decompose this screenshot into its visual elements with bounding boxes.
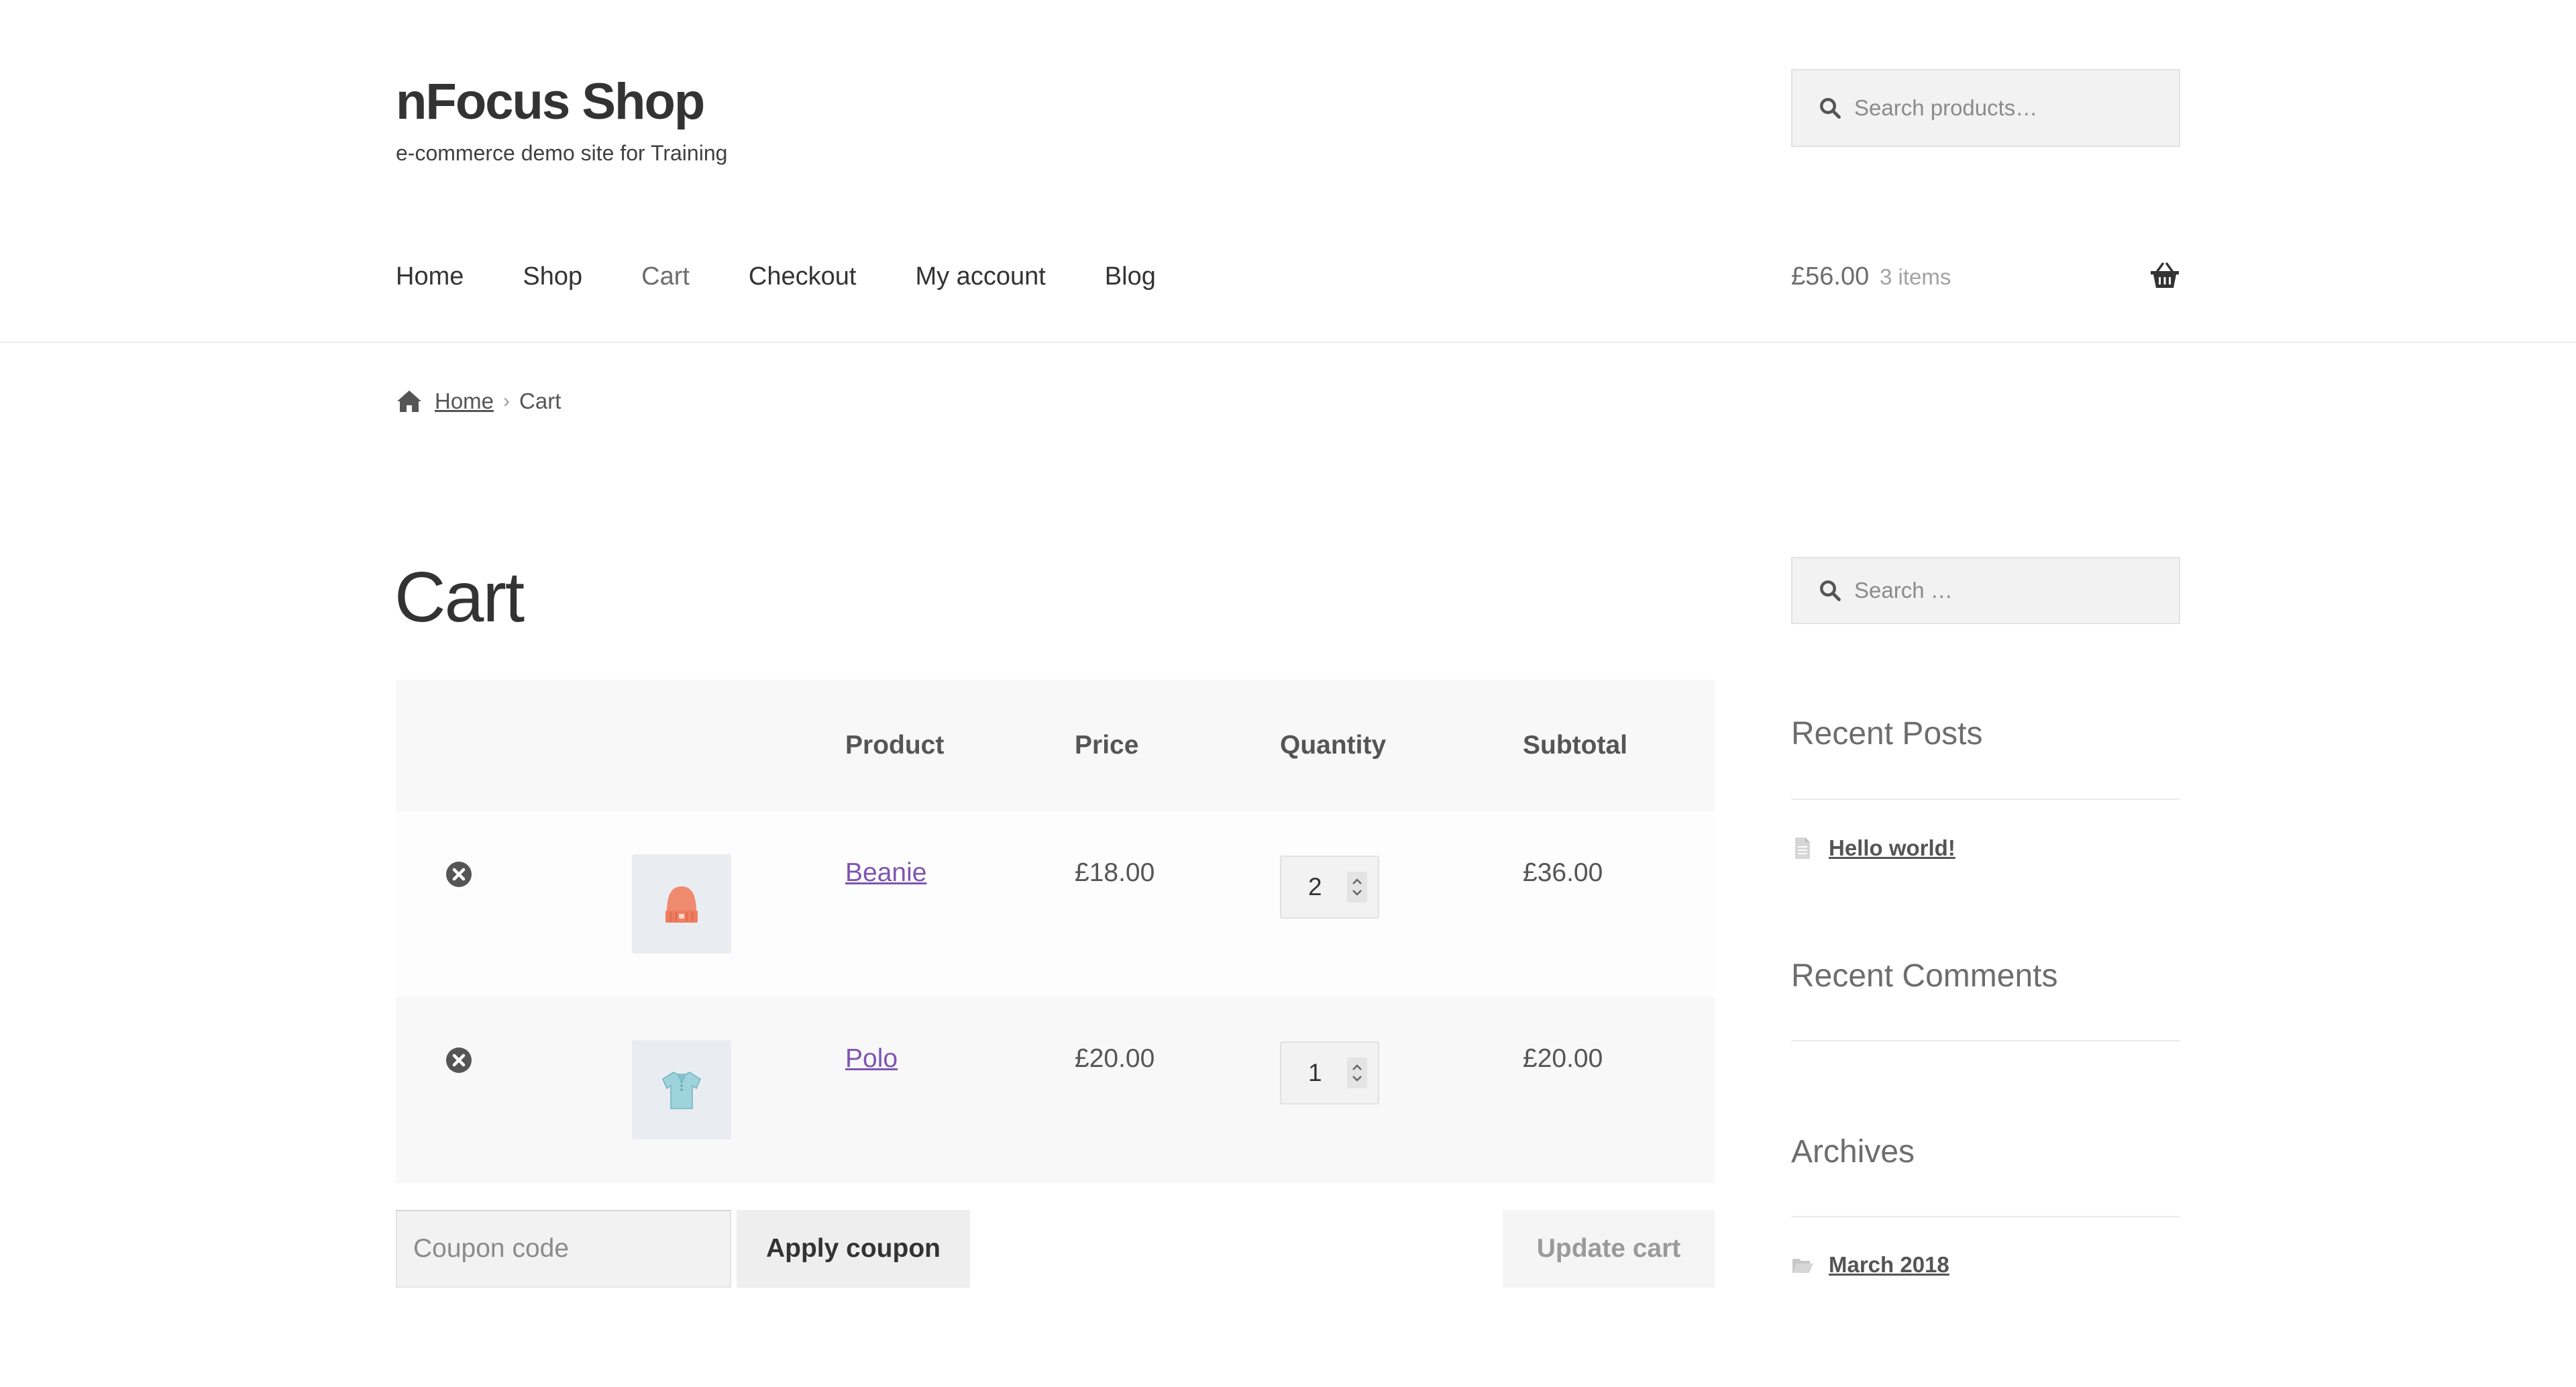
folder-open-icon — [1792, 1259, 1813, 1273]
cart-total-amount: £56.00 — [1791, 262, 1870, 291]
remove-item-icon[interactable] — [445, 1047, 472, 1074]
breadcrumb-separator: › — [503, 390, 511, 412]
column-header-product: Product — [845, 731, 945, 760]
column-header-quantity: Quantity — [1280, 731, 1387, 760]
breadcrumb: Home › Cart — [396, 382, 561, 420]
breadcrumb-home-link[interactable]: Home — [435, 389, 494, 414]
nav-item-cart[interactable]: Cart — [641, 256, 690, 297]
widget-title-archives: Archives — [1791, 1134, 1915, 1170]
site-header: nFocus Shop e-commerce demo site for Tra… — [0, 0, 2576, 343]
cart-table-header: Product Price Quantity Subtotal — [396, 680, 1715, 811]
table-row: Beanie £18.00 2 £36.00 — [396, 811, 1715, 997]
sidebar-search-input[interactable]: Search … — [1791, 557, 2180, 624]
sidebar-search-placeholder: Search … — [1854, 578, 1953, 603]
widget-title-recent-comments: Recent Comments — [1791, 958, 2058, 994]
coupon-placeholder: Coupon code — [413, 1234, 570, 1263]
column-header-subtotal: Subtotal — [1523, 731, 1627, 760]
basket-icon — [2151, 262, 2179, 288]
header-search-placeholder: Search products… — [1854, 95, 2038, 120]
cart-item-count: 3 items — [1880, 264, 1951, 289]
widget-divider — [1791, 799, 2180, 800]
product-link-beanie[interactable]: Beanie — [845, 858, 926, 888]
nav-item-blog[interactable]: Blog — [1105, 256, 1156, 297]
polo-shirt-icon — [662, 1072, 701, 1109]
nav-item-home[interactable]: Home — [396, 256, 464, 297]
primary-navigation: Home Shop Cart Checkout My account Blog — [396, 256, 1215, 297]
cart-table: Product Price Quantity Subtotal Beanie £… — [396, 680, 1715, 1183]
search-icon — [1820, 580, 1841, 601]
remove-item-icon[interactable] — [445, 861, 472, 888]
table-row: Polo £20.00 1 £20.00 — [396, 997, 1715, 1183]
recent-post-label: Hello world! — [1829, 835, 1955, 860]
spinner-arrows-icon[interactable] — [1347, 872, 1367, 903]
header-cart-summary[interactable]: £56.00 3 items — [1791, 256, 2180, 297]
quantity-stepper[interactable]: 2 — [1280, 856, 1379, 919]
nav-item-checkout[interactable]: Checkout — [749, 256, 857, 297]
home-icon — [397, 391, 421, 412]
product-thumbnail[interactable] — [632, 854, 731, 954]
update-cart-button[interactable]: Update cart — [1503, 1210, 1715, 1288]
breadcrumb-current: Cart — [519, 389, 561, 413]
quantity-value: 1 — [1308, 1059, 1322, 1086]
page-title: Cart — [394, 558, 525, 637]
quantity-stepper[interactable]: 1 — [1280, 1041, 1379, 1105]
column-header-price: Price — [1075, 731, 1139, 760]
nav-item-shop[interactable]: Shop — [523, 256, 582, 297]
document-icon — [1795, 837, 1810, 859]
cell-price: £18.00 — [1075, 858, 1155, 887]
product-link-polo[interactable]: Polo — [845, 1044, 898, 1074]
cell-subtotal: £20.00 — [1523, 1044, 1603, 1073]
nav-item-my-account[interactable]: My account — [915, 256, 1045, 297]
widget-divider — [1791, 1216, 2180, 1217]
search-icon — [1820, 98, 1841, 119]
widget-title-recent-posts: Recent Posts — [1791, 716, 1983, 752]
beanie-icon — [665, 886, 698, 923]
recent-post-link[interactable]: Hello world! — [1791, 835, 1955, 861]
cart-actions: Coupon code Apply coupon Update cart — [396, 1210, 1715, 1288]
coupon-code-input[interactable]: Coupon code — [396, 1210, 731, 1288]
site-tagline: e-commerce demo site for Training — [396, 141, 728, 165]
site-title[interactable]: nFocus Shop — [396, 72, 705, 131]
product-thumbnail[interactable] — [632, 1040, 731, 1139]
header-search-input[interactable]: Search products… — [1791, 69, 2180, 147]
quantity-value: 2 — [1308, 873, 1322, 901]
archive-label: March 2018 — [1829, 1252, 1949, 1277]
apply-coupon-button[interactable]: Apply coupon — [737, 1210, 970, 1288]
cell-subtotal: £36.00 — [1523, 858, 1603, 887]
spinner-arrows-icon[interactable] — [1347, 1058, 1367, 1088]
cell-price: £20.00 — [1075, 1044, 1155, 1073]
widget-divider — [1791, 1040, 2180, 1041]
archive-link[interactable]: March 2018 — [1791, 1252, 1949, 1278]
